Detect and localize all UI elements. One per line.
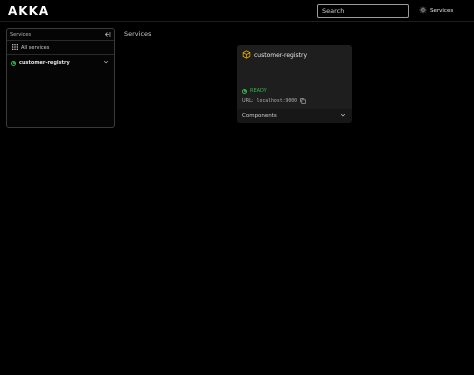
sidebar-header: Services xyxy=(7,29,114,41)
collapse-sidebar-icon[interactable] xyxy=(103,31,111,39)
sidebar-service-info: customer-registry xyxy=(11,60,70,66)
url-label: URL: xyxy=(242,98,254,104)
service-name[interactable]: customer-registry xyxy=(254,52,307,59)
service-url: URL: localhost:9000 xyxy=(242,98,306,104)
search-input[interactable] xyxy=(317,4,409,18)
status-ready-icon xyxy=(242,88,247,94)
services-menu-button[interactable]: Services xyxy=(419,5,453,17)
sidebar-item-label: All services xyxy=(21,44,50,51)
top-bar: AKKA Services xyxy=(0,0,474,22)
components-toggle[interactable]: Components xyxy=(237,109,352,123)
box-icon xyxy=(242,50,251,61)
chevron-down-icon xyxy=(340,112,346,120)
sidebar-item-all-services[interactable]: All services xyxy=(7,41,114,55)
chevron-down-icon[interactable] xyxy=(103,59,109,67)
status-ready-icon xyxy=(11,60,16,66)
services-menu-label: Services xyxy=(430,8,454,14)
service-card-header: customer-registry xyxy=(242,50,307,61)
sidebar-title: Services xyxy=(10,31,32,38)
akka-logo[interactable]: AKKA xyxy=(8,4,49,18)
grid-icon xyxy=(12,43,18,52)
page-title: Services xyxy=(124,30,152,38)
sidebar-item-customer-registry[interactable]: customer-registry xyxy=(7,55,114,71)
sidebar-item-label: customer-registry xyxy=(19,60,70,66)
gear-icon xyxy=(419,6,427,16)
copy-icon[interactable] xyxy=(300,98,306,104)
status-badge: READY xyxy=(242,88,267,94)
url-value[interactable]: localhost:9000 xyxy=(257,99,297,104)
components-label: Components xyxy=(242,113,277,119)
service-card[interactable]: customer-registry READY URL: localhost:9… xyxy=(237,45,352,123)
services-sidebar: Services All services customer-registry xyxy=(6,28,115,128)
status-text: READY xyxy=(250,88,267,94)
